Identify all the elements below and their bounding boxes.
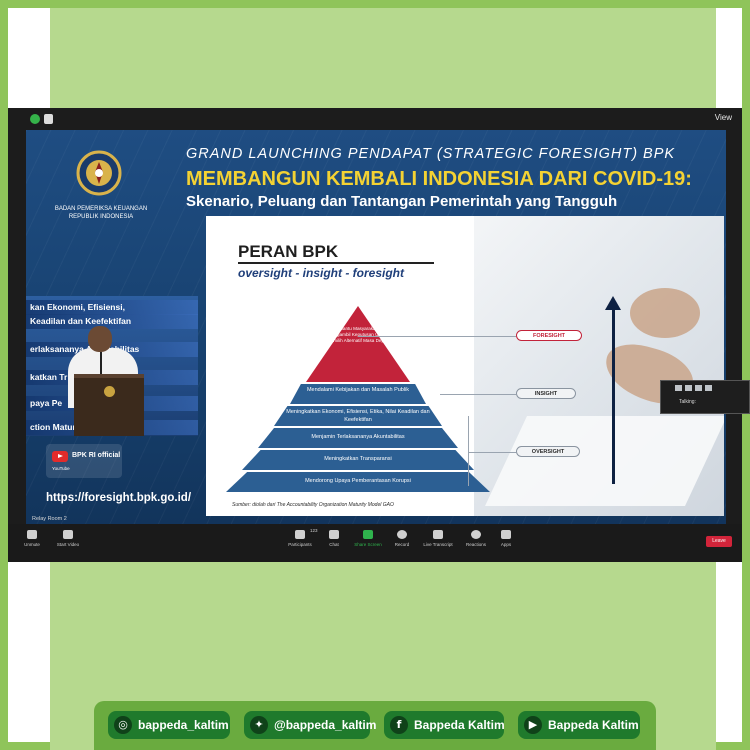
apps-icon: [501, 530, 511, 539]
view-options[interactable]: [675, 385, 715, 391]
pyramid-tier: Mendalami Kebijakan dan Masalah Publik: [290, 384, 426, 404]
instagram-handle: bappeda_kaltim: [138, 718, 229, 732]
participants-icon: [295, 530, 305, 539]
source-note: Sumber: diolah dari The Accountability O…: [232, 502, 394, 508]
peran-title: PERAN BPK: [238, 242, 339, 261]
pyramid-top: [306, 306, 410, 382]
org-name: BADAN PEMERIKSA KEUANGAN REPUBLIK INDONE…: [54, 206, 148, 220]
pyramid-tier: Meningkatkan Ekonomi, Efisiensi, Etika, …: [274, 406, 442, 426]
zoom-top-bar: View: [8, 108, 742, 130]
youtube-name: Bappeda Kaltim: [548, 718, 639, 732]
youtube-channel-badge: BPK RI official YouTube: [46, 444, 122, 478]
chat-icon: [329, 530, 339, 539]
speaking-name: Relay Room 2: [32, 516, 67, 522]
content-card: PERAN BPK oversight - insight - foresigh…: [206, 216, 724, 516]
youtube-label: YouTube: [52, 466, 70, 471]
apps-button[interactable]: Apps: [484, 530, 528, 547]
slide-subheading: Skenario, Peluang dan Tantangan Pemerint…: [186, 193, 618, 210]
pyramid-tier: Mendorong Upaya Pemberantasan Korupsi: [226, 472, 490, 492]
peran-underline: [238, 262, 434, 264]
insight-label: INSIGHT: [516, 388, 576, 399]
start-video-label: Start Video: [56, 542, 80, 547]
connector-line: [440, 394, 516, 395]
oversight-label: OVERSIGHT: [516, 446, 580, 457]
connector-line: [468, 416, 469, 486]
foresight-label: FORESIGHT: [516, 330, 582, 341]
pyramid-tier: Meningkatkan Transparansi: [242, 450, 474, 470]
connector-line: [468, 452, 516, 453]
instagram-icon: ◎: [114, 716, 132, 734]
photo-paper: [485, 416, 724, 506]
slide-title: GRAND LAUNCHING PENDAPAT (STRATEGIC FORE…: [186, 146, 676, 162]
slide-heading: MEMBANGUN KEMBALI INDONESIA DARI COVID-1…: [186, 168, 692, 190]
arrow-shaft: [612, 308, 615, 484]
podium-emblem-icon: [104, 386, 115, 397]
info-icon[interactable]: [44, 114, 53, 124]
reactions-icon: [471, 530, 481, 539]
connector-line: [358, 336, 516, 337]
youtube-channel-name: BPK RI official: [72, 452, 121, 459]
video-text-line: Keadilan dan Keefektifan: [26, 314, 198, 329]
peran-subtitle: oversight - insight - foresight: [238, 266, 405, 280]
start-video-button[interactable]: Start Video: [46, 530, 90, 547]
instagram-link[interactable]: ◎ bappeda_kaltim: [108, 711, 230, 739]
twitter-handle: @bappeda_kaltim: [274, 718, 377, 732]
video-camera-icon: [63, 530, 73, 539]
pyramid-tier: Menjamin Terlaksananya Akuntabilitas: [258, 428, 458, 448]
microphone: [100, 352, 102, 376]
facebook-name: Bappeda Kaltim: [414, 718, 505, 732]
zoom-toolbar: Unmute Start Video Participants 123 Chat…: [8, 524, 742, 562]
presenter-head: [88, 326, 112, 352]
apps-label: Apps: [500, 542, 512, 547]
facebook-icon: f: [390, 716, 408, 734]
twitter-link[interactable]: ✦ @bappeda_kaltim: [244, 711, 376, 739]
bpk-logo-icon: [76, 150, 122, 196]
presentation-slide: BADAN PEMERIKSA KEUANGAN REPUBLIK INDONE…: [26, 130, 726, 528]
facebook-link[interactable]: f Bappeda Kaltim: [384, 711, 505, 739]
podium: [74, 374, 144, 436]
microphone-icon: [27, 530, 37, 539]
presenter-video: kan Ekonomi, Efisiensi, Keadilan dan Kee…: [26, 296, 198, 436]
cc-icon: [433, 530, 443, 539]
record-icon: [397, 530, 407, 539]
shield-icon[interactable]: [30, 114, 40, 124]
twitter-icon: ✦: [250, 716, 268, 734]
speaker-view-panel[interactable]: Talking:: [660, 380, 750, 414]
video-text-line: kan Ekonomi, Efisiensi,: [26, 300, 198, 315]
website-url: https://foresight.bpk.go.id/: [46, 492, 192, 504]
youtube-link[interactable]: ▶ Bappeda Kaltim: [518, 711, 640, 739]
photo-hand: [630, 288, 700, 338]
share-screen-icon: [363, 530, 373, 539]
view-button[interactable]: View: [715, 113, 732, 122]
zoom-window: View BADAN PEMERIKSA KEUANGAN REPUBLIK I…: [8, 108, 750, 562]
youtube-icon: ▶: [524, 716, 542, 734]
youtube-icon: [52, 451, 68, 462]
leave-button[interactable]: Leave: [706, 536, 732, 547]
pyramid-top-text: Membantu Masyarakat dan Pengambil Keputu…: [326, 326, 390, 343]
talking-indicator: Talking:: [679, 399, 696, 405]
